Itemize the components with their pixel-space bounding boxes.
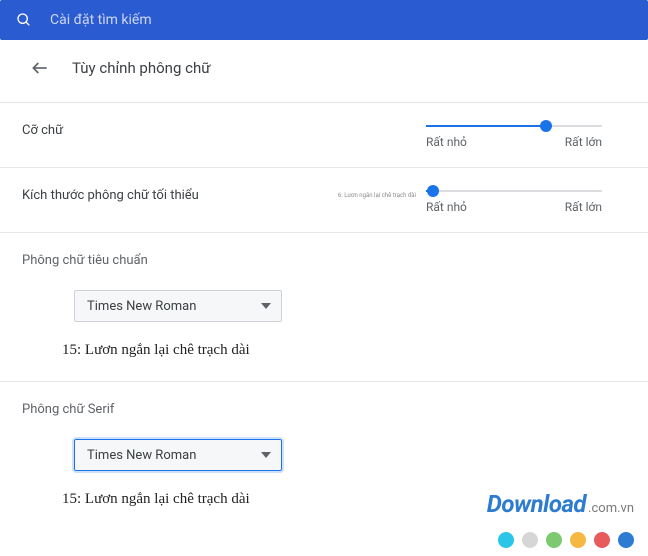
dot-icon xyxy=(594,532,610,548)
standard-font-label: Phông chữ tiêu chuẩn xyxy=(22,253,626,268)
page-header: Tùy chỉnh phông chữ xyxy=(0,40,648,102)
slider-min-label: Rất nhỏ xyxy=(426,200,467,214)
standard-font-section: Phông chữ tiêu chuẩn Times New Roman 15:… xyxy=(0,232,648,381)
standard-font-dropdown[interactable]: Times New Roman xyxy=(74,290,282,322)
font-size-slider[interactable] xyxy=(426,125,602,127)
font-size-section: Cỡ chữ Rất nhỏ Rất lớn xyxy=(0,102,648,167)
search-bar[interactable]: Cài đặt tìm kiếm xyxy=(0,0,648,40)
min-font-size-slider[interactable] xyxy=(426,190,602,192)
serif-font-dropdown[interactable]: Times New Roman xyxy=(74,439,282,471)
chevron-down-icon xyxy=(261,450,271,460)
dropdown-value: Times New Roman xyxy=(87,448,196,463)
search-icon xyxy=(16,12,32,28)
dot-icon xyxy=(618,532,634,548)
dot-icon xyxy=(546,532,562,548)
page-title: Tùy chỉnh phông chữ xyxy=(72,59,211,77)
slider-max-label: Rất lớn xyxy=(565,135,602,149)
standard-font-preview: 15: Lươn ngắn lại chê trạch dài xyxy=(62,342,626,359)
watermark-dots xyxy=(498,532,634,548)
slider-thumb[interactable] xyxy=(427,185,439,197)
serif-font-label: Phông chữ Serif xyxy=(22,402,626,417)
min-font-size-label: Kích thước phông chữ tối thiểu xyxy=(22,188,316,203)
chevron-down-icon xyxy=(261,301,271,311)
font-size-label: Cỡ chữ xyxy=(22,123,426,138)
dot-icon xyxy=(570,532,586,548)
slider-thumb[interactable] xyxy=(540,120,552,132)
search-placeholder: Cài đặt tìm kiếm xyxy=(50,12,152,28)
slider-max-label: Rất lớn xyxy=(565,200,602,214)
min-font-size-section: Kích thước phông chữ tối thiểu 6: Lươn n… xyxy=(0,167,648,232)
back-arrow-icon[interactable] xyxy=(30,58,50,78)
dropdown-value: Times New Roman xyxy=(87,299,196,314)
min-font-preview: 6: Lươn ngắn lại chê trạch dài xyxy=(316,192,416,199)
watermark-logo: Download .com.vn xyxy=(487,490,634,518)
watermark-brand: Download xyxy=(487,490,586,518)
watermark-domain: .com.vn xyxy=(588,501,634,516)
dot-icon xyxy=(522,532,538,548)
dot-icon xyxy=(498,532,514,548)
slider-min-label: Rất nhỏ xyxy=(426,135,467,149)
